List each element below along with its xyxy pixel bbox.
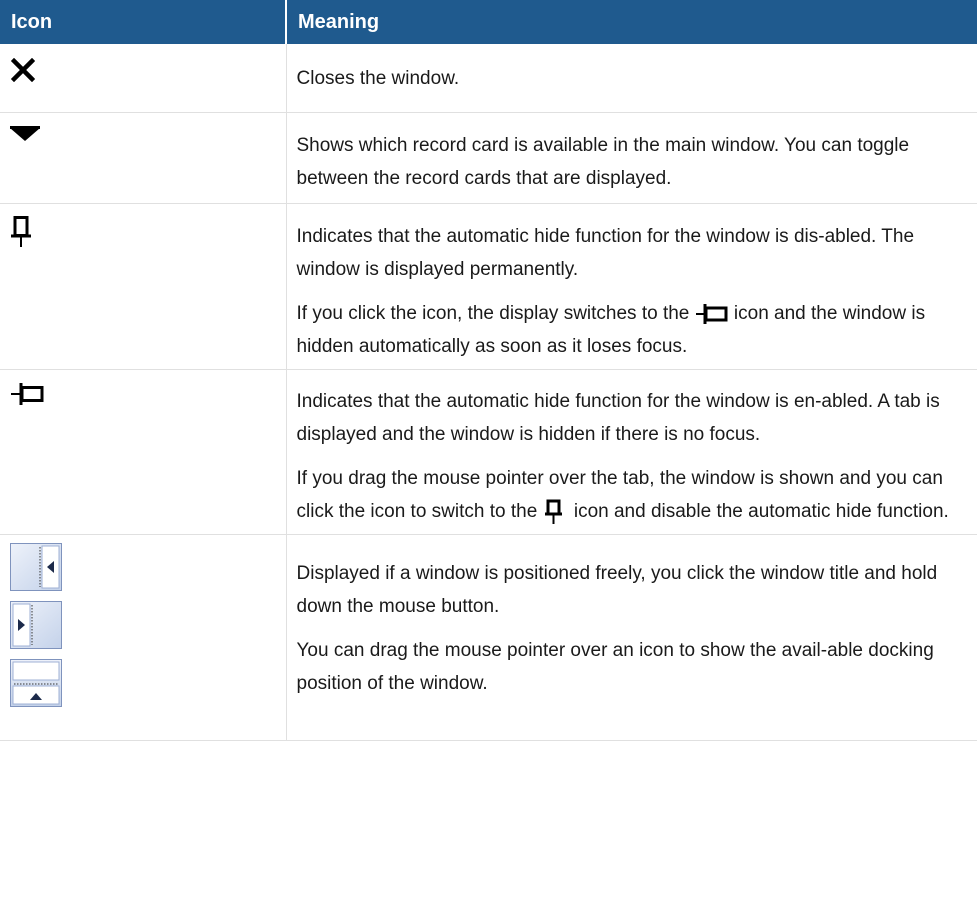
icon-cell (0, 369, 287, 535)
meaning-text: Displayed if a window is positioned free… (296, 563, 938, 617)
meaning-column-header: Meaning (285, 0, 977, 44)
dock-bottom-icon (10, 659, 62, 707)
icon-cell (0, 112, 287, 204)
pin-horizontal-icon (695, 303, 728, 324)
pin-vertical-icon (11, 216, 31, 247)
dock-left-icon (10, 601, 62, 649)
close-x-icon (10, 57, 36, 83)
dropdown-triangle-icon (10, 126, 40, 141)
pin-vertical-icon (544, 499, 562, 524)
meaning-text: Shows which record card is available in … (296, 135, 910, 189)
table-row: Displayed if a window is positioned free… (0, 534, 977, 741)
icon-meaning-table: Icon Meaning Closes the window. Shows wh… (0, 0, 977, 741)
table-row: Indicates that the automatic hide functi… (0, 203, 977, 370)
table-row: Closes the window. (0, 44, 977, 113)
table-header-row: Icon Meaning (0, 0, 977, 44)
meaning-text: Indicates that the automatic hide functi… (296, 391, 940, 445)
icon-cell (0, 203, 287, 370)
table-row: Indicates that the automatic hide functi… (0, 369, 977, 535)
dock-right-icon (10, 543, 62, 591)
meaning-text: Indicates that the automatic hide functi… (296, 226, 915, 280)
meaning-text: You can drag the mouse pointer over an i… (296, 640, 934, 694)
meaning-text: If you drag the mouse pointer over the t… (297, 462, 977, 528)
pin-horizontal-icon (11, 383, 44, 405)
meaning-cell: Indicates that the automatic hide functi… (286, 370, 977, 535)
meaning-cell: Shows which record card is available in … (286, 113, 977, 204)
table-row: Shows which record card is available in … (0, 112, 977, 204)
meaning-cell: Closes the window. (286, 44, 977, 113)
meaning-text: If you click the icon, the display switc… (296, 303, 926, 357)
icon-column-header: Icon (0, 0, 286, 44)
icon-cell (0, 534, 287, 741)
meaning-cell: Indicates that the automatic hide functi… (286, 204, 977, 370)
meaning-text: Closes the window. (296, 68, 460, 89)
icon-cell (0, 44, 287, 113)
meaning-cell: Displayed if a window is positioned free… (286, 535, 977, 741)
